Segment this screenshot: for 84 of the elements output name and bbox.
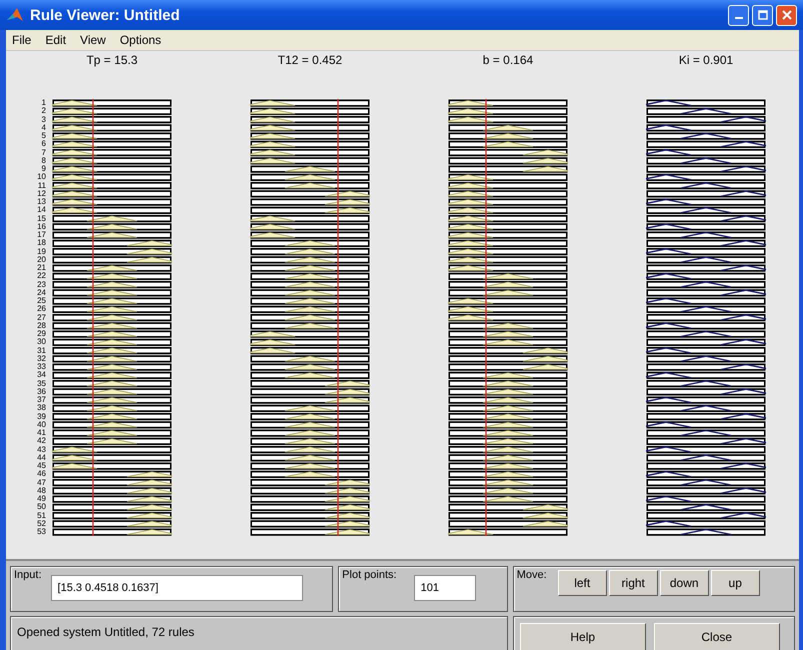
rule-number: 50: [37, 503, 46, 512]
rule-number: 8: [42, 156, 46, 165]
menu-item[interactable]: View: [80, 33, 106, 47]
move-button[interactable]: up: [710, 570, 760, 596]
dialog-button[interactable]: Help: [520, 623, 646, 650]
rule-number: 46: [37, 470, 46, 478]
rule-number: 40: [37, 420, 46, 429]
plot-points-field[interactable]: 101: [414, 575, 476, 601]
rule-number: 53: [37, 528, 46, 536]
rule-number: 51: [37, 512, 46, 520]
rule-number: 28: [37, 322, 46, 330]
dialog-button[interactable]: Close: [654, 623, 780, 650]
rule-number: 27: [37, 314, 46, 322]
rule-number: 33: [37, 363, 46, 371]
rule-number: 36: [37, 388, 46, 396]
menu-item[interactable]: File: [12, 33, 32, 47]
rule-number: 35: [37, 380, 46, 388]
window-title: Rule Viewer: Untitled: [30, 6, 181, 24]
rule-number: 21: [37, 264, 46, 272]
variable-label: Ki = 0.901: [678, 53, 734, 69]
rule-number: 16: [37, 222, 46, 231]
rule-number: 45: [37, 462, 46, 470]
rule-number: 9: [42, 165, 46, 173]
rule-number: 23: [37, 280, 46, 289]
menu-item[interactable]: Options: [120, 33, 162, 47]
move-label: Move:: [516, 568, 548, 583]
rule-number: 6: [42, 140, 46, 148]
rule-number: 4: [42, 124, 46, 132]
move-button[interactable]: left: [558, 570, 607, 596]
rule-number: 22: [37, 272, 46, 280]
rule-number: 42: [37, 437, 46, 446]
rule-number: 2: [42, 107, 46, 116]
close-icon: [782, 10, 792, 20]
rule-number: 13: [37, 198, 46, 206]
rule-number: 19: [37, 248, 46, 256]
move-button[interactable]: right: [608, 570, 658, 596]
rule-number: 32: [37, 354, 46, 363]
rule-number: 26: [37, 305, 46, 314]
rule-number: 15: [37, 214, 46, 223]
rule-number: 47: [37, 478, 46, 487]
maximize-button[interactable]: [752, 4, 773, 26]
rule-number: 7: [42, 148, 46, 157]
peak-icon: [6, 6, 24, 24]
rule-number: 39: [37, 412, 46, 421]
input-cursor-line[interactable]: [337, 99, 339, 536]
rule-number: 3: [42, 116, 46, 124]
rule-number: 5: [42, 132, 46, 140]
rule-number: 29: [37, 330, 46, 338]
rule-number: 43: [37, 446, 46, 454]
rule-number: 24: [37, 288, 46, 297]
rule-number: 11: [38, 182, 46, 190]
input-cursor-line[interactable]: [485, 99, 487, 536]
rule-number: 48: [37, 486, 46, 495]
rule-number: 17: [37, 231, 46, 239]
rule-number: 25: [37, 297, 46, 305]
rule-number: 10: [37, 173, 46, 182]
menu-item[interactable]: Edit: [45, 33, 66, 47]
input-cursor-line[interactable]: [92, 99, 94, 536]
rule-number: 44: [37, 454, 46, 462]
rule-number: 38: [37, 404, 46, 412]
rule-number: 14: [37, 206, 46, 214]
variable-label: T12 = 0.452: [278, 53, 342, 69]
move-button[interactable]: down: [660, 570, 709, 596]
rule-number: 31: [37, 346, 46, 355]
rule-number: 30: [37, 338, 46, 346]
rule-number: 37: [37, 396, 46, 404]
plot-points-label: Plot points:: [341, 568, 398, 583]
variable-label: Tp = 15.3: [86, 53, 138, 69]
rule-number: 41: [37, 429, 46, 437]
maximize-icon: [758, 10, 768, 20]
rule-number: 1: [42, 99, 46, 107]
status-text: Opened system Untitled, 72 rules: [16, 624, 196, 641]
input-field[interactable]: [15.3 0.4518 0.1637]: [50, 575, 303, 601]
variable-label: b = 0.164: [482, 53, 534, 69]
rule-number: 20: [37, 256, 46, 264]
minimize-icon: [734, 17, 742, 19]
rule-number: 49: [37, 495, 46, 503]
rule-number: 18: [37, 239, 46, 248]
rule-number: 34: [37, 371, 46, 380]
input-label: Input:: [13, 568, 43, 583]
rule-number: 12: [37, 190, 46, 198]
rule-number: 52: [37, 520, 46, 528]
minimize-button[interactable]: [728, 4, 749, 26]
close-button[interactable]: [776, 4, 797, 26]
